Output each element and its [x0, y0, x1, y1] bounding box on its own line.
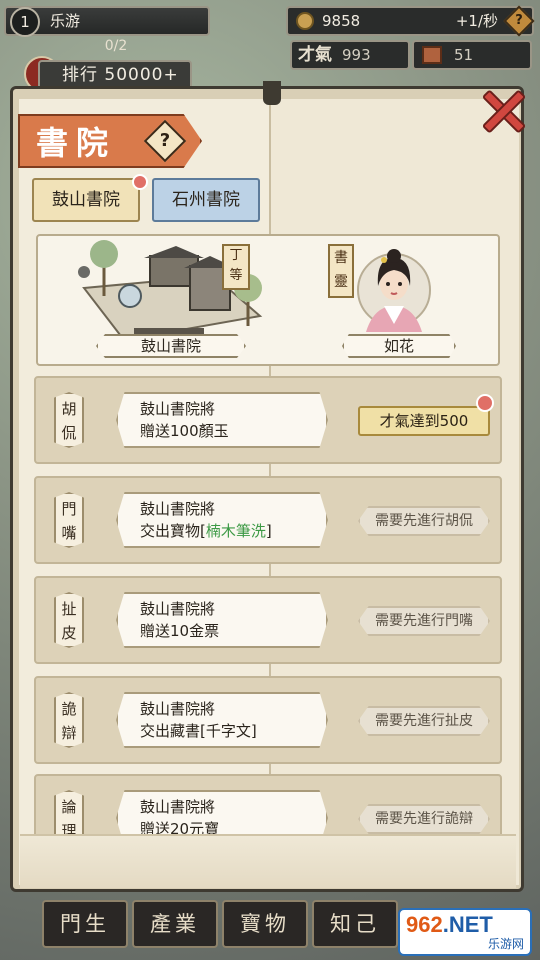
coin-value: 9858 — [322, 12, 361, 30]
task-row: 門嘴 鼓山書院將 交出寶物[楠木筆洗] 需要先進行胡侃 — [34, 476, 502, 564]
player-name: 乐游 — [50, 12, 81, 30]
spirit-avatar[interactable] — [352, 244, 434, 334]
panel-spine — [263, 81, 281, 105]
coin-help-button[interactable]: ? — [503, 5, 535, 37]
tab-treasure[interactable]: 寶物 — [222, 900, 308, 948]
tab-confidants[interactable]: 知己 — [312, 900, 398, 948]
task-row: 扯皮 鼓山書院將 贈送10金票 需要先進行門嘴 — [34, 576, 502, 664]
level-badge: 1 — [10, 7, 40, 37]
tab-disciples[interactable]: 門生 — [42, 900, 128, 948]
task-description: 鼓山書院將 贈送10金票 — [116, 592, 328, 648]
talent-counter[interactable]: 才氣 993 — [290, 40, 410, 70]
tab-gushan-academy[interactable]: 鼓山書院 — [32, 178, 140, 222]
book-counter[interactable]: 51 — [412, 40, 532, 70]
question-icon: ? — [515, 13, 523, 28]
watermark-suffix: .NET — [442, 912, 493, 937]
coin-rate: +1/秒 — [455, 12, 498, 30]
task-tag: 詭辯 — [54, 692, 84, 748]
task-requirement: 需要先進行扯皮 — [358, 706, 490, 736]
watermark-main: 962 — [406, 912, 443, 937]
academy-name-plaque: 鼓山書院 — [96, 334, 246, 358]
panel-footer — [20, 834, 516, 888]
coin-counter[interactable]: 9858 +1/秒 ? — [286, 5, 535, 37]
coin-icon — [296, 12, 314, 30]
notification-dot — [476, 394, 494, 412]
task-tag: 胡侃 — [54, 392, 84, 448]
task-requirement: 需要先進行門嘴 — [358, 606, 490, 636]
tab-shizhou-academy[interactable]: 石州書院 — [152, 178, 260, 222]
treasure-item-name: 楠木筆洗 — [205, 522, 266, 540]
task-description: 鼓山書院將 交出寶物[楠木筆洗] — [116, 492, 328, 548]
task-row: 詭辯 鼓山書院將 交出藏書[千字文] 需要先進行扯皮 — [34, 676, 502, 764]
talent-label: 才氣 — [298, 45, 332, 65]
page-title: 書院 — [36, 124, 117, 162]
task-tag: 門嘴 — [54, 492, 84, 548]
question-icon: ? — [159, 130, 171, 151]
player-level-bar[interactable]: 1 乐游 — [4, 6, 210, 37]
tab-industry[interactable]: 產業 — [132, 900, 218, 948]
close-button[interactable] — [474, 82, 532, 140]
task-requirement: 需要先進行詭辯 — [358, 804, 490, 834]
task-start-button[interactable]: 才氣達到500 — [358, 406, 490, 436]
task-tag: 扯皮 — [54, 592, 84, 648]
level-progress: 0/2 — [104, 38, 128, 54]
watermark-sub: 乐游网 — [487, 937, 524, 951]
academy-grade-tag: 丁等 — [222, 244, 250, 290]
task-description: 鼓山書院將 交出藏書[千字文] — [116, 692, 328, 748]
book-value: 51 — [454, 46, 474, 64]
spirit-name-plaque: 如花 — [342, 334, 456, 358]
notification-dot — [132, 174, 148, 190]
talent-value: 993 — [342, 46, 371, 64]
task-row: 胡侃 鼓山書院將 贈送100顏玉 才氣達到500 — [34, 376, 502, 464]
book-icon — [422, 46, 442, 64]
task-requirement: 需要先進行胡侃 — [358, 506, 490, 536]
spirit-label: 書靈 — [328, 244, 354, 298]
site-watermark: 962.NET 乐游网 — [398, 908, 532, 956]
task-description: 鼓山書院將 贈送100顏玉 — [116, 392, 328, 448]
